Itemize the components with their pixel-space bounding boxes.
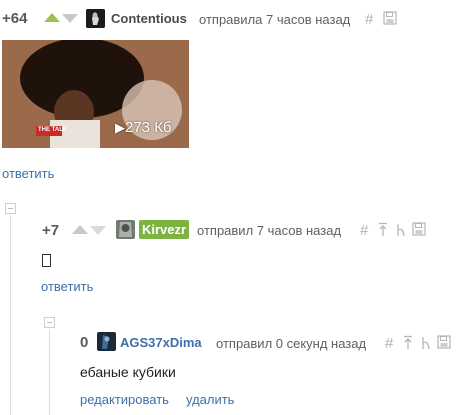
collapse-icon[interactable] bbox=[44, 317, 55, 328]
parent-icon[interactable] bbox=[403, 335, 413, 353]
branch-icon[interactable] bbox=[396, 222, 406, 240]
missing-glyph-icon bbox=[42, 254, 51, 268]
comment-time: отправил 0 секунд назад bbox=[216, 336, 367, 351]
upvote-icon[interactable] bbox=[44, 13, 60, 22]
username[interactable]: Kirvezr bbox=[139, 220, 190, 239]
downvote-icon[interactable] bbox=[90, 226, 106, 235]
hash-icon[interactable]: # bbox=[365, 12, 373, 27]
collapse-icon[interactable] bbox=[5, 203, 16, 214]
tv-logo: THE TALK bbox=[38, 127, 68, 133]
hash-icon[interactable]: # bbox=[385, 336, 393, 351]
username[interactable]: AGS37xDima bbox=[120, 335, 202, 350]
reply-link[interactable]: ответить bbox=[2, 166, 54, 181]
avatar[interactable] bbox=[86, 9, 105, 28]
parent-icon[interactable] bbox=[378, 222, 388, 240]
thread-line bbox=[10, 215, 11, 415]
save-icon[interactable] bbox=[437, 335, 451, 354]
comment-time: отправила 7 часов назад bbox=[199, 12, 351, 27]
thread-line bbox=[49, 329, 50, 415]
branch-icon[interactable] bbox=[421, 335, 431, 353]
comment-body: ебаные кубики bbox=[80, 364, 176, 380]
upvote-icon[interactable] bbox=[72, 225, 88, 234]
username[interactable]: Contentious bbox=[111, 11, 187, 26]
comment-rating: 0 bbox=[80, 334, 89, 351]
comment-rating: +7 bbox=[42, 222, 60, 239]
delete-link[interactable]: удалить bbox=[186, 392, 234, 407]
avatar[interactable] bbox=[97, 332, 116, 351]
comment-rating: +64 bbox=[2, 10, 28, 27]
gif-thumbnail[interactable]: THE TALK ▶273 Кб bbox=[2, 40, 189, 148]
save-icon[interactable] bbox=[412, 222, 426, 241]
reply-link[interactable]: ответить bbox=[41, 279, 93, 294]
edit-link[interactable]: редактировать bbox=[80, 392, 169, 407]
comment-time: отправил 7 часов назад bbox=[197, 223, 342, 238]
gif-size-label: ▶273 Кб bbox=[115, 119, 172, 136]
hash-icon[interactable]: # bbox=[360, 223, 368, 238]
save-icon[interactable] bbox=[383, 11, 397, 30]
avatar[interactable] bbox=[116, 220, 135, 239]
play-icon: ▶ bbox=[115, 120, 125, 135]
downvote-icon[interactable] bbox=[62, 14, 78, 23]
comment-body bbox=[42, 252, 51, 270]
